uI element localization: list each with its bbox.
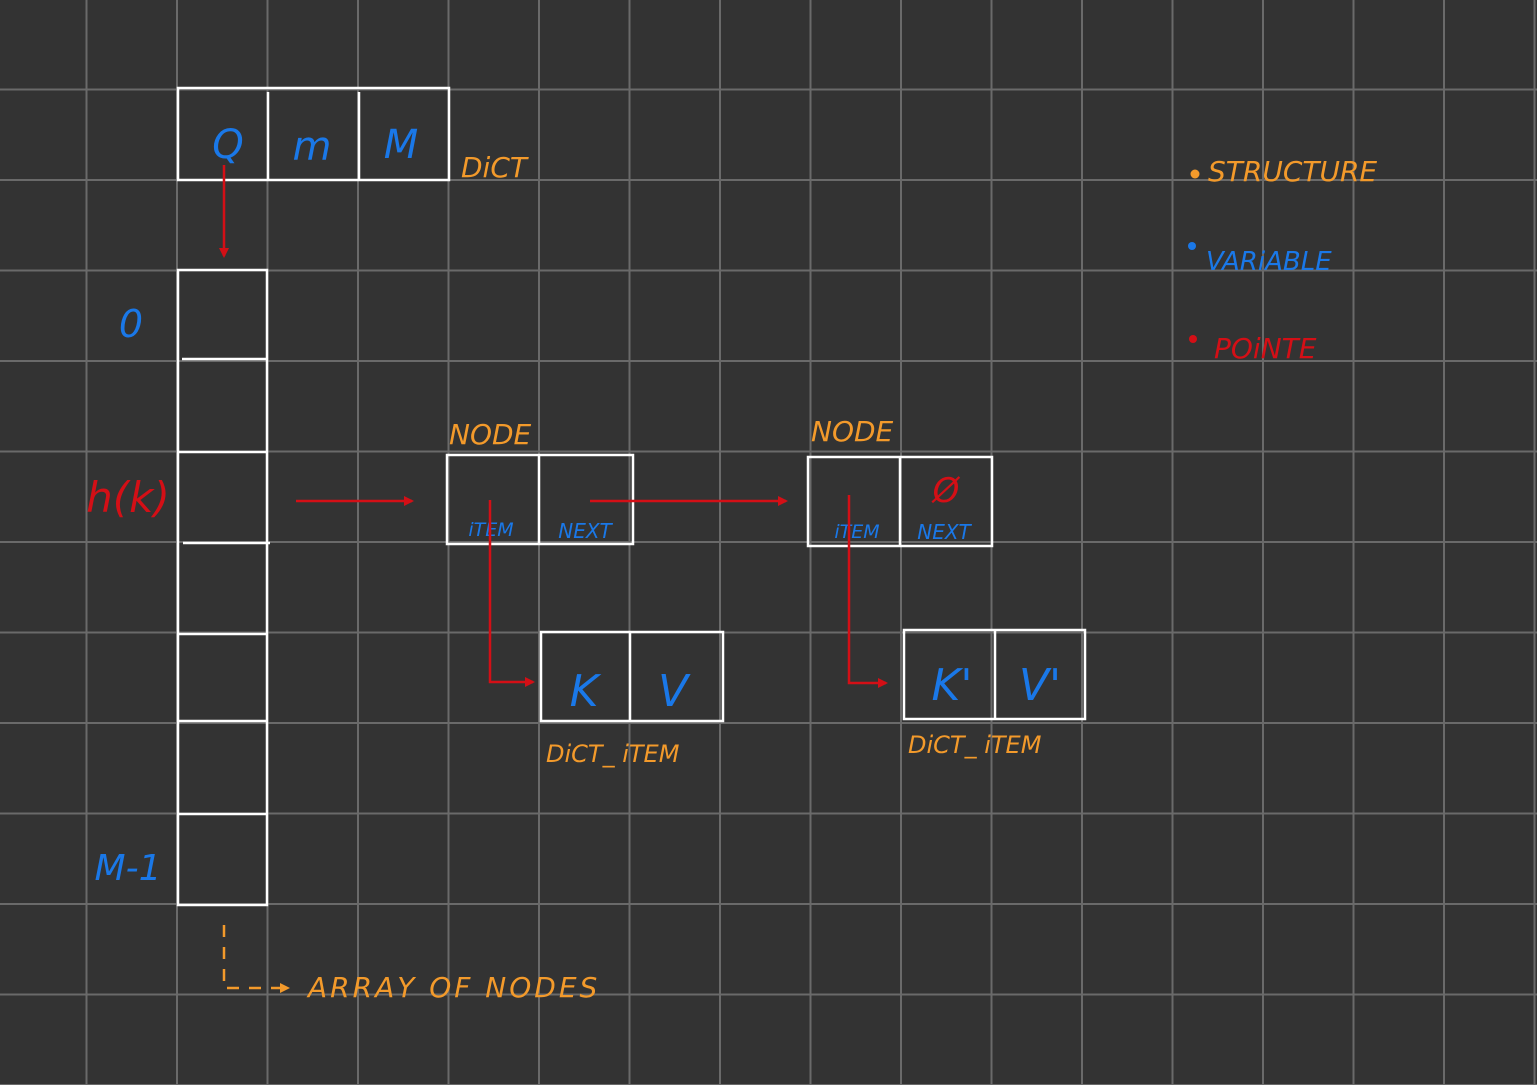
node-2-next-null: Ø (931, 471, 961, 511)
legend: STRUCTURE VARiABLE POiNTE (1188, 155, 1377, 365)
legend-variable: VARiABLE (1206, 247, 1332, 277)
legend-bullet-variable (1188, 242, 1196, 250)
legend-structure: STRUCTURE (1208, 155, 1377, 188)
dict-item-2-label: DiCT_ iTEM (908, 731, 1042, 759)
dict-label: DiCT (461, 151, 529, 184)
node-array (176, 268, 270, 907)
node-1-next-label: NEXT (558, 519, 613, 543)
dict-item-1: K V DiCT_ iTEM (539, 630, 725, 768)
dict-item-1-key: K (570, 666, 602, 717)
dict-field-m: m (293, 124, 332, 170)
node-1-title: NODE (449, 418, 532, 451)
array-index-first: 0 (119, 302, 143, 346)
dict-struct: Q m M DiCT (176, 86, 529, 184)
legend-bullet-pointer (1189, 335, 1197, 343)
node-2-item-label: iTEM (834, 521, 879, 543)
dict-item-1-value: V (658, 666, 691, 717)
node-2-title: NODE (811, 415, 894, 448)
array-caption-connector (222, 925, 290, 993)
legend-pointer: POiNTE (1214, 332, 1317, 365)
dict-field-q: Q (212, 122, 243, 168)
array-caption: ARRAY OF NODES (306, 971, 600, 1004)
dict-item-2-value: V' (1019, 660, 1061, 711)
array-index-last: M-1 (95, 848, 162, 889)
legend-bullet-structure (1190, 169, 1200, 179)
dict-item-1-label: DiCT_ iTEM (546, 740, 680, 768)
dict-item-2: K' V' DiCT_ iTEM (902, 628, 1087, 759)
array-index-hash: h(k) (86, 473, 170, 522)
dict-field-M: M (384, 122, 419, 168)
diagram-canvas: Q m M DiCT 0 h(k) M-1 ARRAY OF NODES NOD… (0, 0, 1537, 1085)
dict-item-2-key: K' (932, 660, 973, 711)
node-2-next-label: NEXT (917, 520, 972, 544)
